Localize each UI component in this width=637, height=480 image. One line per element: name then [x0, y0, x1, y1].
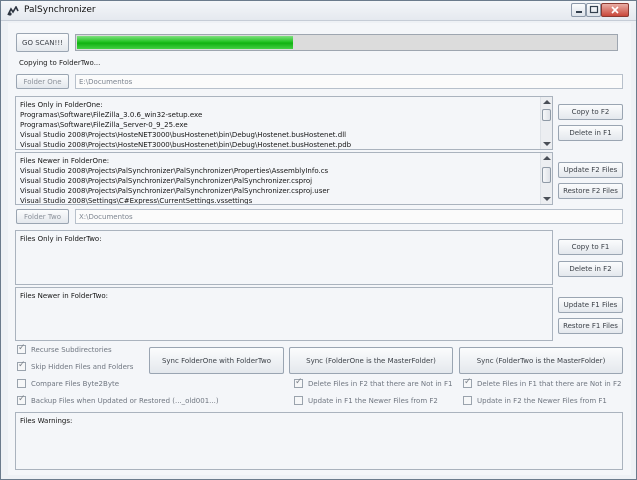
- folder-two-button[interactable]: Folder Two: [16, 209, 69, 224]
- list-header: Files Only in FolderOne:: [20, 101, 103, 109]
- scan-progress-fill: [77, 36, 293, 49]
- files-only-in-folder-one-list[interactable]: Files Only in FolderOne: Programas\Softw…: [15, 96, 553, 150]
- list-item[interactable]: Visual Studio 2008\Projects\HosteNET3000…: [20, 130, 538, 140]
- title-bar[interactable]: PalSynchronizer: [1, 1, 636, 21]
- list-header: Files Warnings:: [20, 417, 73, 425]
- minimize-icon: [576, 11, 582, 13]
- checkbox-label: Skip Hidden Files and Folders: [31, 362, 134, 371]
- vertical-scrollbar[interactable]: [540, 153, 552, 204]
- restore-f2-files-button[interactable]: Restore F2 Files: [558, 183, 623, 199]
- checkbox-box[interactable]: [17, 360, 26, 371]
- maximize-icon: [589, 5, 599, 14]
- scroll-down-icon[interactable]: [543, 142, 551, 146]
- copy-to-f1-button[interactable]: Copy to F1: [558, 239, 623, 255]
- files-only-in-folder-two-list[interactable]: Files Only in FolderTwo:: [15, 230, 553, 285]
- update-f2-files-button[interactable]: Update F2 Files: [558, 162, 623, 178]
- update-f1-files-button[interactable]: Update F1 Files: [558, 297, 623, 313]
- close-button[interactable]: [601, 3, 629, 17]
- app-window: PalSynchronizer GO SCAN!!! Copying to Fo…: [0, 0, 637, 480]
- delete-in-f1-button[interactable]: Delete in F1: [558, 125, 623, 141]
- checkbox-box[interactable]: [294, 396, 303, 405]
- main-panel: GO SCAN!!! Copying to FolderTwo... Folde…: [8, 23, 631, 475]
- update-f2-newer-from-f1-checkbox[interactable]: Update in F2 the Newer Files from F1: [463, 396, 607, 405]
- scroll-up-icon[interactable]: [543, 100, 551, 104]
- close-icon: [611, 6, 619, 14]
- scroll-thumb[interactable]: [542, 109, 551, 121]
- app-icon: [7, 6, 19, 16]
- list-item[interactable]: Visual Studio 2008\Projects\PalSynchroni…: [20, 186, 538, 196]
- vertical-scrollbar[interactable]: [540, 97, 552, 149]
- checkbox-label: Update in F2 the Newer Files from F1: [477, 396, 607, 405]
- checkbox-label: Delete Files in F1 that there are Not in…: [477, 379, 622, 388]
- list-item[interactable]: Visual Studio 2008\Projects\HosteNET3000…: [20, 140, 538, 149]
- status-text: Copying to FolderTwo...: [19, 59, 101, 67]
- sync-folder-two-master-button[interactable]: Sync (FolderTwo is the MasterFolder): [459, 347, 623, 374]
- compare-byte2byte-checkbox[interactable]: Compare Files Byte2Byte: [17, 379, 119, 388]
- minimize-button[interactable]: [571, 3, 586, 17]
- list-header: Files Newer in FolderOne:: [20, 157, 110, 165]
- scroll-thumb[interactable]: [542, 167, 551, 183]
- delete-f2-not-in-f1-checkbox[interactable]: Delete Files in F2 that there are Not in…: [294, 377, 453, 388]
- checkbox-label: Delete Files in F2 that there are Not in…: [308, 379, 453, 388]
- go-scan-button[interactable]: GO SCAN!!!: [16, 33, 69, 52]
- skip-hidden-checkbox[interactable]: Skip Hidden Files and Folders: [17, 360, 134, 371]
- checkbox-box[interactable]: [463, 377, 472, 388]
- checkbox-label: Compare Files Byte2Byte: [31, 379, 120, 388]
- delete-in-f2-button[interactable]: Delete in F2: [558, 261, 623, 277]
- checkbox-label: Recurse Subdirectories: [31, 345, 112, 354]
- copy-to-f2-button[interactable]: Copy to F2: [558, 104, 623, 120]
- restore-f1-files-button[interactable]: Restore F1 Files: [558, 318, 623, 334]
- backup-files-checkbox[interactable]: Backup Files when Updated or Restored (.…: [17, 394, 219, 405]
- folder-one-button[interactable]: Folder One: [16, 74, 69, 89]
- update-f1-newer-from-f2-checkbox[interactable]: Update in F1 the Newer Files from F2: [294, 396, 438, 405]
- checkbox-box[interactable]: [17, 394, 26, 405]
- scan-progress-bar: [75, 34, 618, 51]
- list-item[interactable]: Programas\Software\FileZilla_Server-0_9_…: [20, 120, 538, 130]
- files-newer-in-folder-two-list[interactable]: Files Newer in FolderTwo:: [15, 287, 553, 341]
- checkbox-box[interactable]: [463, 396, 472, 405]
- folder-one-path-field[interactable]: E:\Documentos: [75, 74, 623, 89]
- list-item[interactable]: Visual Studio 2008\Projects\PalSynchroni…: [20, 166, 538, 176]
- scroll-down-icon[interactable]: [543, 197, 551, 201]
- window-title: PalSynchronizer: [24, 5, 96, 15]
- list-item[interactable]: Visual Studio 2008\Projects\PalSynchroni…: [20, 176, 538, 186]
- folder-two-path-field[interactable]: X:\Documentos: [75, 209, 623, 224]
- sync-both-button[interactable]: Sync FolderOne with FolderTwo: [149, 347, 284, 374]
- list-header: Files Only in FolderTwo:: [20, 235, 102, 243]
- checkbox-box[interactable]: [17, 379, 26, 388]
- sync-folder-one-master-button[interactable]: Sync (FolderOne is the MasterFolder): [289, 347, 453, 374]
- files-newer-in-folder-one-list[interactable]: Files Newer in FolderOne: Visual Studio …: [15, 152, 553, 205]
- list-item[interactable]: Visual Studio 2008\Settings\C#Express\Cu…: [20, 196, 538, 204]
- delete-f1-not-in-f2-checkbox[interactable]: Delete Files in F1 that there are Not in…: [463, 377, 622, 388]
- checkbox-box[interactable]: [17, 343, 26, 354]
- list-item[interactable]: Programas\Software\FileZilla_3.0.6_win32…: [20, 110, 538, 120]
- checkbox-box[interactable]: [294, 377, 303, 388]
- checkbox-label: Update in F1 the Newer Files from F2: [308, 396, 438, 405]
- checkbox-label: Backup Files when Updated or Restored (.…: [31, 396, 219, 405]
- recurse-subdirectories-checkbox[interactable]: Recurse Subdirectories: [17, 343, 112, 354]
- maximize-button[interactable]: [586, 3, 601, 17]
- scroll-up-icon[interactable]: [543, 156, 551, 160]
- list-header: Files Newer in FolderTwo:: [20, 292, 108, 300]
- files-warnings-list[interactable]: Files Warnings:: [15, 412, 623, 470]
